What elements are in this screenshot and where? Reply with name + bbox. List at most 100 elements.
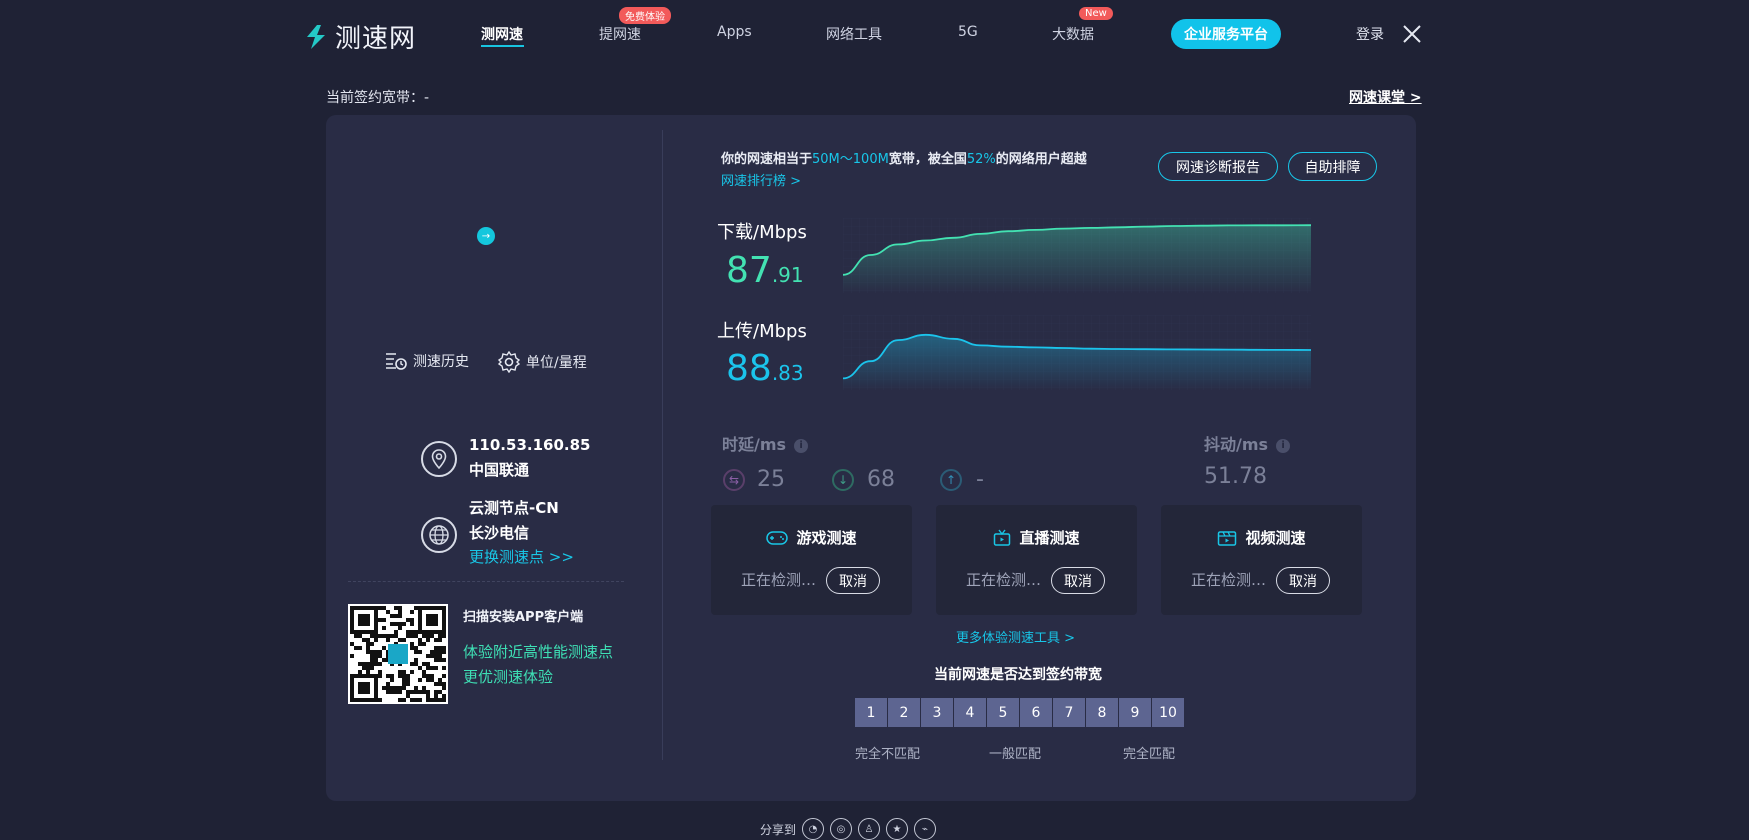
scale-label-high: 完全匹配 xyxy=(1123,747,1176,762)
scan-install-title: 扫描安装APP客户端 xyxy=(463,610,584,625)
isp-name: 中国联通 xyxy=(469,461,530,479)
self-troubleshoot-button[interactable]: 自助排障 xyxy=(1288,152,1377,181)
unit-range-label: 单位/量程 xyxy=(526,355,587,371)
video-test-cancel-button[interactable]: 取消 xyxy=(1276,567,1330,594)
nav-big-data[interactable]: 大数据 xyxy=(1052,24,1094,44)
globe-icon xyxy=(421,517,457,553)
speed-course-link[interactable]: 网速课堂 > xyxy=(1349,87,1422,107)
latency-label: 时延/ms xyxy=(722,435,787,454)
node-isp: 长沙电信 xyxy=(469,524,530,542)
contract-bandwidth: 当前签约宽带：- xyxy=(326,90,430,106)
nav-speed-test[interactable]: 测网速 xyxy=(481,24,523,44)
panel-divider xyxy=(662,130,663,760)
compare-suffix: 的网络用户超越 xyxy=(995,152,1087,167)
scale-cell-6[interactable]: 6 xyxy=(1020,698,1052,727)
live-test-card: 直播测速 正在检测… 取消 xyxy=(936,505,1137,615)
scan-desc-line-2: 更优测速体验 xyxy=(463,668,554,686)
upload-value: 88.83 xyxy=(726,348,804,389)
left-divider xyxy=(348,581,624,582)
game-test-status: 正在检测… xyxy=(741,571,817,589)
link-icon[interactable]: ⌁ xyxy=(914,818,937,840)
upload-label: 上传/Mbps xyxy=(717,321,807,342)
nav-apps[interactable]: Apps xyxy=(717,24,752,40)
scale-label-mid: 一般匹配 xyxy=(989,747,1042,762)
share-row: 分享到 ◔ ◎ ♙ ★ ⌁ xyxy=(760,818,937,840)
nav-active-underline xyxy=(481,45,524,47)
unit-range-link[interactable]: 单位/量程 xyxy=(498,351,587,373)
history-icon xyxy=(386,353,407,370)
scale-cell-4[interactable]: 4 xyxy=(954,698,986,727)
up-latency-icon: ↑ xyxy=(940,469,962,491)
video-test-title: 视频测速 xyxy=(1245,529,1306,547)
gauge-start-icon[interactable]: → xyxy=(477,227,495,245)
free-trial-badge: 免费体验 xyxy=(619,7,671,24)
nav-boost-speed[interactable]: 提网速 xyxy=(599,24,641,44)
new-badge: New xyxy=(1079,7,1113,20)
download-int: 87 xyxy=(726,250,772,291)
game-test-title: 游戏测速 xyxy=(796,529,857,547)
compare-prefix: 你的网速相当于 xyxy=(721,152,813,167)
down-latency-value: 68 xyxy=(867,467,895,492)
latency-help-icon[interactable]: i xyxy=(794,438,809,453)
scale-cell-10[interactable]: 10 xyxy=(1152,698,1184,727)
close-icon[interactable] xyxy=(1402,24,1422,44)
live-test-title: 直播测速 xyxy=(1019,529,1080,547)
bandwidth-match-title: 当前网速是否达到签约带宽 xyxy=(934,667,1102,683)
video-test-status: 正在检测… xyxy=(1191,571,1267,589)
speed-history-label: 测速历史 xyxy=(413,354,469,370)
qq-icon[interactable]: ♙ xyxy=(858,818,881,840)
more-tools-link[interactable]: 更多体验测速工具 > xyxy=(956,627,1075,646)
scale-cell-3[interactable]: 3 xyxy=(921,698,953,727)
enterprise-platform-button[interactable]: 企业服务平台 xyxy=(1171,19,1281,49)
jitter-help-icon[interactable]: i xyxy=(1276,438,1291,453)
compare-range: 50M～100M xyxy=(812,152,889,167)
site-logo[interactable]: 测速网 xyxy=(303,18,416,55)
jitter-label-wrap: 抖动/ms i xyxy=(1204,431,1291,455)
scale-cell-7[interactable]: 7 xyxy=(1053,698,1085,727)
down-latency-icon: ↓ xyxy=(832,469,854,491)
download-chart xyxy=(843,218,1311,293)
ping-value: 25 xyxy=(757,467,785,492)
weibo-icon[interactable]: ◎ xyxy=(830,818,853,840)
live-test-cancel-button[interactable]: 取消 xyxy=(1051,567,1105,594)
speed-comparison-text: 你的网速相当于50M～100M宽带，被全国52%的网络用户超越 xyxy=(721,148,1087,167)
diagnose-report-button[interactable]: 网速诊断报告 xyxy=(1158,152,1278,181)
scale-cell-1[interactable]: 1 xyxy=(855,698,887,727)
compare-percent: 52% xyxy=(966,152,996,167)
nav-network-tools[interactable]: 网络工具 xyxy=(826,24,882,44)
location-pin-icon xyxy=(421,441,457,477)
scale-cell-8[interactable]: 8 xyxy=(1086,698,1118,727)
upload-dec: .83 xyxy=(771,361,804,385)
wechat-icon[interactable]: ◔ xyxy=(802,818,825,840)
download-value: 87.91 xyxy=(726,250,804,291)
logo-text: 测速网 xyxy=(335,24,417,54)
speed-ranking-link[interactable]: 网速排行榜 > xyxy=(721,170,801,189)
login-link[interactable]: 登录 xyxy=(1356,24,1384,44)
speed-history-link[interactable]: 测速历史 xyxy=(385,351,469,371)
jitter-value: 51.78 xyxy=(1204,464,1267,489)
node-name: 云测节点-CN xyxy=(469,499,559,517)
change-node-link[interactable]: 更换测速点 >> xyxy=(469,546,574,567)
upload-int: 88 xyxy=(726,348,772,389)
qzone-icon[interactable]: ★ xyxy=(886,818,909,840)
latency-label-wrap: 时延/ms i xyxy=(722,431,809,455)
download-label: 下载/Mbps xyxy=(717,222,807,243)
gear-icon xyxy=(498,351,520,373)
scale-cell-5[interactable]: 5 xyxy=(987,698,1019,727)
scale-cell-9[interactable]: 9 xyxy=(1119,698,1151,727)
live-test-status: 正在检测… xyxy=(966,571,1042,589)
video-test-card: 视频测速 正在检测… 取消 xyxy=(1161,505,1362,615)
logo-icon xyxy=(307,24,325,49)
app-qr-code xyxy=(348,604,448,704)
video-icon xyxy=(1218,530,1237,546)
up-latency-value: - xyxy=(976,467,984,492)
upload-chart xyxy=(843,315,1311,390)
game-test-cancel-button[interactable]: 取消 xyxy=(826,567,880,594)
tv-icon xyxy=(994,529,1011,546)
nav-5g[interactable]: 5G xyxy=(958,24,978,40)
download-dec: .91 xyxy=(771,263,804,287)
scan-desc-line-1: 体验附近高性能测速点 xyxy=(463,643,614,661)
game-test-card: 游戏测速 正在检测… 取消 xyxy=(711,505,912,615)
jitter-label: 抖动/ms xyxy=(1204,435,1269,454)
scale-cell-2[interactable]: 2 xyxy=(888,698,920,727)
